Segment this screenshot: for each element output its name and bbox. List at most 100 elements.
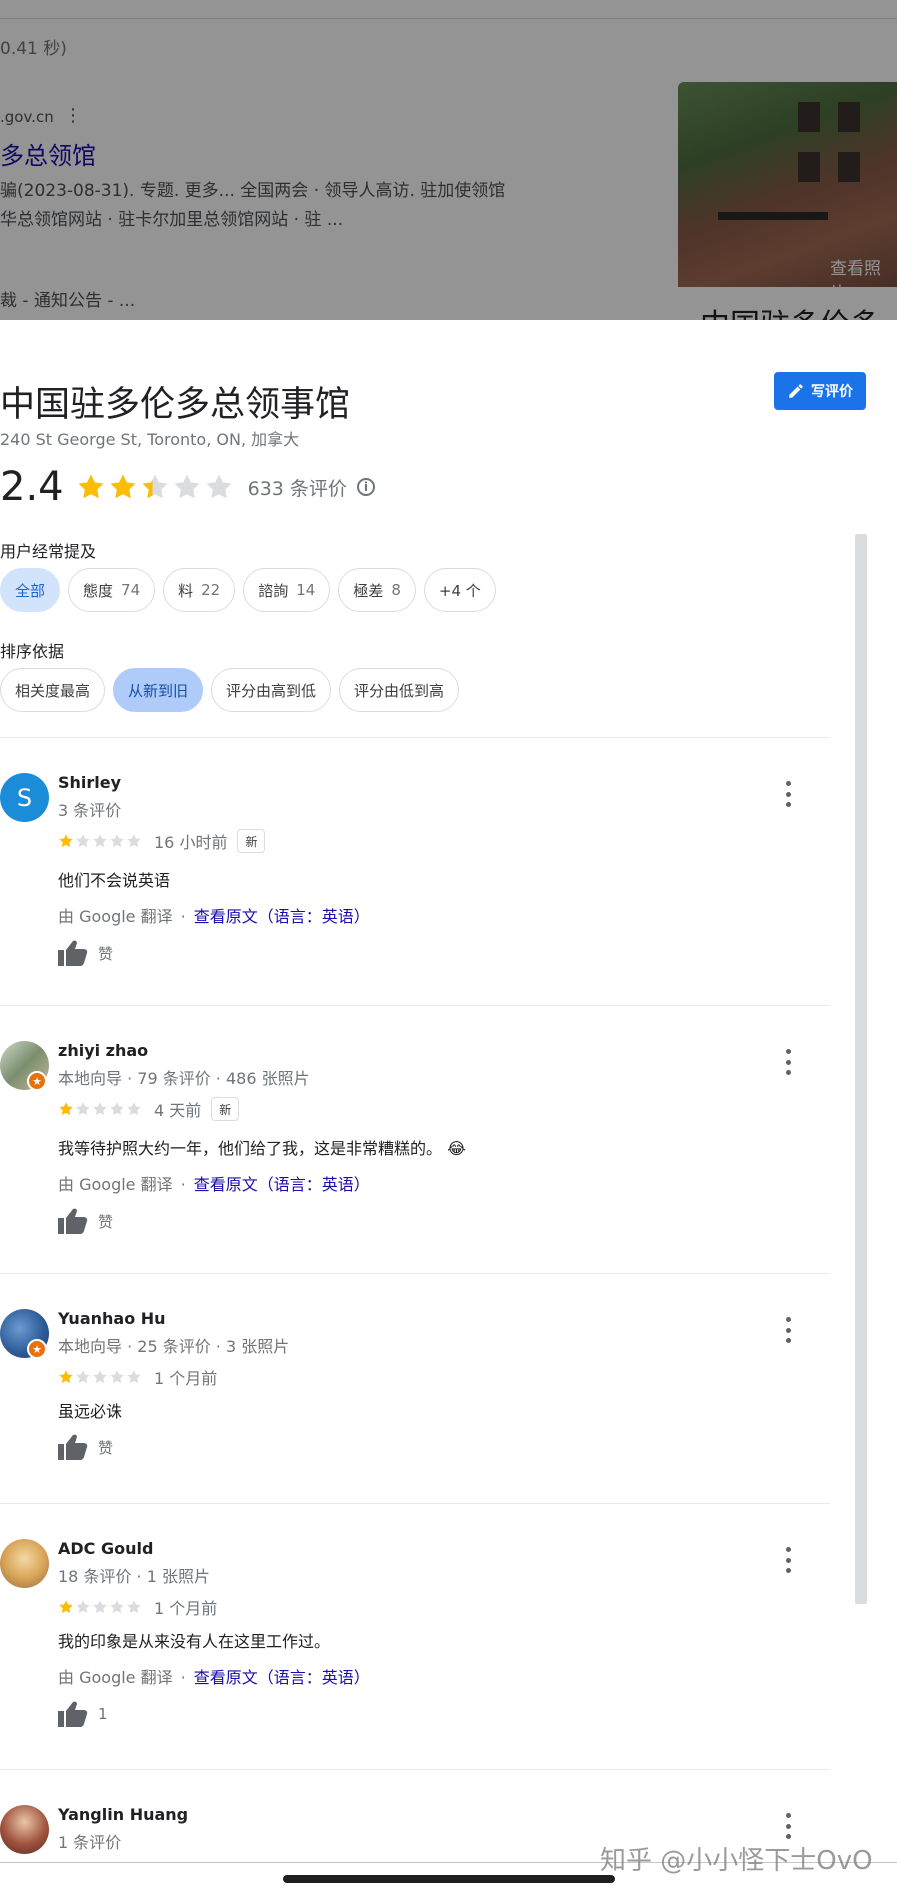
reviewer-meta: 1 条评价 — [58, 1833, 122, 1852]
divider — [0, 1005, 830, 1006]
reviewer-name[interactable]: Yuanhao Hu — [58, 1309, 166, 1328]
mention-chips: 全部 態度 74 料 22 諮詢 14 極差 8 +4 个 — [0, 568, 496, 612]
reviewer-meta: 18 条评价 · 1 张照片 — [58, 1567, 210, 1586]
review-stars — [58, 833, 142, 849]
review-item: ★ zhiyi zhao 本地向导 · 79 条评价 · 486 张照片 4 天… — [0, 1041, 830, 1281]
reviewer-meta: 本地向导 · 79 条评价 · 486 张照片 — [58, 1069, 310, 1088]
new-badge: 新 — [211, 1097, 240, 1121]
reviewer-name[interactable]: Shirley — [58, 773, 121, 792]
new-badge: 新 — [237, 829, 266, 853]
review-rating-row: 1 个月前 — [58, 1365, 217, 1389]
thumb-up-icon — [58, 1434, 88, 1460]
star-icon — [110, 1600, 124, 1614]
star-icon — [78, 474, 104, 499]
translated-by-label: 由 Google 翻译 — [58, 1668, 173, 1687]
chip-all[interactable]: 全部 — [0, 568, 61, 612]
write-review-button[interactable]: 写评价 — [774, 372, 866, 410]
divider — [0, 1503, 830, 1504]
star-icon — [127, 1102, 141, 1116]
view-original-link[interactable]: 查看原文（语言：英语） — [194, 907, 370, 926]
review-stars — [58, 1101, 142, 1117]
home-indicator[interactable] — [283, 1875, 615, 1883]
info-icon[interactable]: i — [356, 478, 375, 496]
like-count: 1 — [98, 1705, 108, 1723]
like-button[interactable]: 赞 — [58, 940, 113, 966]
reviewer-name[interactable]: Yanglin Huang — [58, 1805, 188, 1824]
pencil-icon — [789, 384, 803, 398]
more-options-icon[interactable] — [780, 781, 796, 807]
reviews-sheet: 中国驻多伦多总领事馆 240 St George St, Toronto, ON… — [0, 320, 897, 1895]
star-icon — [93, 1600, 107, 1614]
sort-label: 排序依据 — [0, 642, 65, 661]
view-original-link[interactable]: 查看原文（语言：英语） — [194, 1175, 370, 1194]
review-rating-row: 1 个月前 — [58, 1595, 217, 1619]
sort-relevance[interactable]: 相关度最高 — [0, 668, 106, 712]
star-icon — [93, 1370, 107, 1384]
sort-newest[interactable]: 从新到旧 — [113, 668, 204, 712]
star-icon — [59, 1102, 73, 1116]
review-text: 他们不会说英语 — [58, 871, 171, 890]
divider — [0, 737, 830, 738]
star-icon — [127, 1370, 141, 1384]
star-icon — [110, 1102, 124, 1116]
review-text: 我等待护照大约一年，他们给了我，这是非常糟糕的。 😂 — [58, 1139, 466, 1158]
scrim-overlay[interactable] — [0, 0, 897, 320]
star-icon — [76, 1102, 90, 1116]
star-icon — [59, 1370, 73, 1384]
thumb-up-icon — [58, 940, 88, 966]
review-item: ★ Yuanhao Hu 本地向导 · 25 条评价 · 3 张照片 1 个月前… — [0, 1309, 830, 1509]
overall-rating: 2.4 633 条评价 i — [0, 464, 375, 510]
more-options-icon[interactable] — [780, 1813, 796, 1839]
local-guide-badge-icon: ★ — [27, 1339, 47, 1359]
review-stars — [58, 1369, 142, 1385]
star-icon — [76, 1600, 90, 1614]
chip-mention[interactable]: 料 22 — [163, 568, 236, 612]
review-stars — [58, 1599, 142, 1615]
like-label: 赞 — [98, 1212, 114, 1231]
write-review-label: 写评价 — [811, 384, 853, 400]
reviewer-meta: 3 条评价 — [58, 801, 122, 820]
like-button[interactable]: 1 — [58, 1701, 108, 1727]
review-time: 16 小时前 — [154, 833, 228, 852]
star-icon — [76, 834, 90, 848]
review-time: 1 个月前 — [154, 1369, 218, 1388]
rating-stars — [76, 472, 234, 502]
translated-by-label: 由 Google 翻译 — [58, 1175, 173, 1194]
like-label: 赞 — [98, 1438, 114, 1457]
star-icon — [110, 474, 136, 499]
rating-value: 2.4 — [0, 464, 64, 510]
review-rating-row: 4 天前 新 — [58, 1097, 240, 1121]
chip-mention[interactable]: 極差 8 — [338, 568, 416, 612]
avatar[interactable] — [0, 1805, 49, 1854]
place-address: 240 St George St, Toronto, ON, 加拿大 — [0, 430, 300, 449]
more-options-icon[interactable] — [780, 1049, 796, 1075]
translation-row: 由 Google 翻译 · 查看原文（语言：英语） — [58, 1175, 370, 1194]
chip-more[interactable]: +4 个 — [423, 568, 496, 612]
star-icon — [59, 834, 73, 848]
like-button[interactable]: 赞 — [58, 1434, 113, 1460]
star-icon — [142, 474, 168, 499]
sort-lowest[interactable]: 评分由低到高 — [339, 668, 460, 712]
chip-mention[interactable]: 態度 74 — [68, 568, 156, 612]
review-item: S Shirley 3 条评价 16 小时前 新 他们不会说英语 由 Googl… — [0, 773, 830, 1013]
reviewer-name[interactable]: zhiyi zhao — [58, 1041, 148, 1060]
divider — [0, 1273, 830, 1274]
review-time: 4 天前 — [154, 1101, 202, 1120]
sort-highest[interactable]: 评分由高到低 — [211, 668, 332, 712]
star-icon — [206, 474, 232, 499]
chip-mention[interactable]: 諮詢 14 — [243, 568, 331, 612]
avatar[interactable]: S — [0, 773, 49, 822]
avatar[interactable] — [0, 1539, 49, 1588]
review-item: ADC Gould 18 条评价 · 1 张照片 1 个月前 我的印象是从来没有… — [0, 1539, 830, 1769]
more-options-icon[interactable] — [780, 1547, 796, 1573]
sort-chips: 相关度最高 从新到旧 评分由高到低 评分由低到高 — [0, 668, 460, 712]
view-original-link[interactable]: 查看原文（语言：英语） — [194, 1668, 370, 1687]
review-text: 我的印象是从来没有人在这里工作过。 — [58, 1632, 331, 1651]
like-button[interactable]: 赞 — [58, 1208, 113, 1234]
mentions-label: 用户经常提及 — [0, 542, 97, 561]
more-options-icon[interactable] — [780, 1317, 796, 1343]
background-search-page: 0.41 秒) .gov.cn ⋮ 多总领馆 骗(2023-08-31). 专题… — [0, 0, 897, 320]
translation-row: 由 Google 翻译 · 查看原文（语言：英语） — [58, 1668, 370, 1687]
reviewer-name[interactable]: ADC Gould — [58, 1539, 153, 1558]
scrollbar[interactable] — [855, 534, 867, 1604]
